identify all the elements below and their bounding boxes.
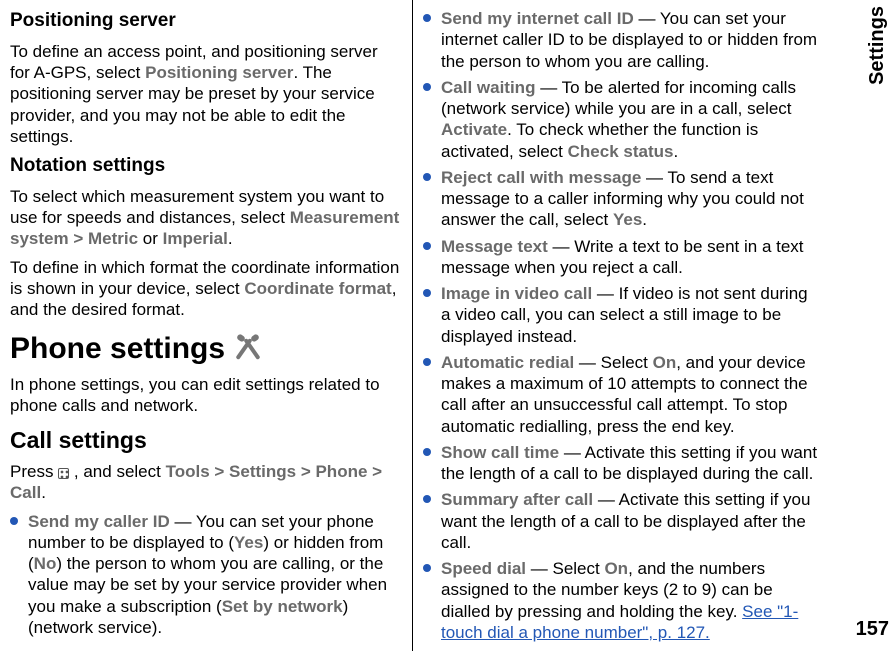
heading-notation-settings: Notation settings [10, 154, 402, 178]
para-positioning: To define an access point, and positioni… [10, 41, 402, 147]
opt-send-my-caller-id: Send my caller ID [28, 512, 170, 531]
ui-imperial: Imperial [163, 229, 228, 248]
page-number: 157 [856, 618, 889, 641]
ui-check-status: Check status [568, 142, 674, 161]
call-settings-list-right: Send my internet call ID — You can set y… [423, 8, 821, 643]
home-key-icon [58, 468, 69, 479]
list-item: Send my internet call ID — You can set y… [423, 8, 821, 72]
ui-yes: Yes [234, 533, 263, 552]
para-coordinate-format: To define in which format the coordinate… [10, 257, 402, 321]
opt-summary-after-call: Summary after call [441, 490, 593, 509]
list-item: Automatic redial — Select On, and your d… [423, 352, 821, 437]
side-tab-label: Settings [866, 6, 889, 85]
opt-send-internet-call-id: Send my internet call ID [441, 9, 634, 28]
opt-message-text: Message text [441, 237, 548, 256]
opt-reject-call-with-message: Reject call with message [441, 168, 641, 187]
heading-positioning-server: Positioning server [10, 9, 402, 33]
heading-phone-settings: Phone settings [10, 330, 402, 368]
list-item: Image in video call — If video is not se… [423, 283, 821, 347]
right-column: Send my internet call ID — You can set y… [413, 0, 831, 651]
side-tab: Settings [863, 0, 891, 651]
ui-activate: Activate [441, 120, 507, 139]
ui-metric: Metric [88, 229, 138, 248]
ui-call: Call [10, 483, 41, 502]
list-item: Call waiting — To be alerted for incomin… [423, 77, 821, 162]
ui-on: On [604, 559, 628, 578]
opt-speed-dial: Speed dial [441, 559, 526, 578]
ui-settings: Settings [229, 462, 296, 481]
left-column: Positioning server To define an access p… [0, 0, 413, 651]
para-call-path: Press , and select Tools > Settings > Ph… [10, 461, 402, 504]
list-item: Message text — Write a text to be sent i… [423, 236, 821, 279]
para-measurement-system: To select which measurement system you w… [10, 186, 402, 250]
list-item: Reject call with message — To send a tex… [423, 167, 821, 231]
ui-set-by-network: Set by network [222, 597, 343, 616]
ui-yes: Yes [613, 210, 642, 229]
list-item: Summary after call — Activate this setti… [423, 489, 821, 553]
heading-call-settings: Call settings [10, 426, 402, 455]
list-item: Show call time — Activate this setting i… [423, 442, 821, 485]
opt-image-in-video-call: Image in video call [441, 284, 592, 303]
call-settings-list-left: Send my caller ID — You can set your pho… [10, 511, 402, 639]
opt-show-call-time: Show call time [441, 443, 559, 462]
ui-phone: Phone [315, 462, 367, 481]
para-phone-intro: In phone settings, you can edit settings… [10, 374, 402, 417]
ui-coordinate-format: Coordinate format [244, 279, 391, 298]
opt-automatic-redial: Automatic redial [441, 353, 574, 372]
list-item: Send my caller ID — You can set your pho… [10, 511, 402, 639]
tools-icon [235, 336, 261, 362]
opt-call-waiting: Call waiting [441, 78, 535, 97]
ui-no: No [34, 554, 57, 573]
list-item: Speed dial — Select On, and the numbers … [423, 558, 821, 643]
ui-positioning-server: Positioning server [145, 63, 293, 82]
ui-on: On [653, 353, 677, 372]
ui-tools: Tools [166, 462, 210, 481]
